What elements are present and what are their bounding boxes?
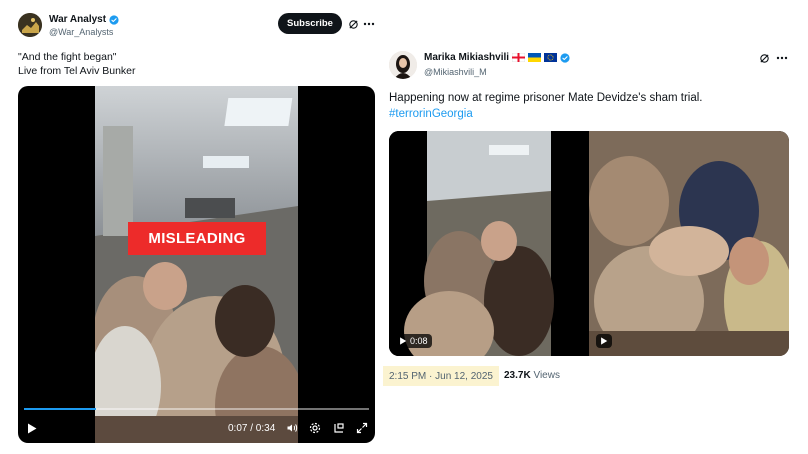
play-icon[interactable] [27, 423, 37, 434]
avatar-image [18, 13, 42, 37]
play-badge[interactable] [596, 334, 612, 348]
avatar[interactable] [18, 13, 42, 37]
author-name[interactable]: War Analyst [49, 14, 119, 25]
avatar[interactable] [389, 51, 417, 79]
views-label: Views [533, 370, 560, 381]
post-text-line2: Live from Tel Aviv Bunker [18, 65, 136, 77]
author-name[interactable]: Marika Mikiashvili [424, 52, 570, 63]
views-number: 23.7K [504, 370, 531, 381]
subscribe-button[interactable]: Subscribe [278, 13, 342, 34]
more-icon[interactable] [362, 17, 376, 31]
verified-icon [109, 14, 119, 25]
flag-georgia-icon [512, 53, 526, 62]
more-icon[interactable] [775, 51, 789, 65]
avatar-image [389, 51, 417, 79]
misleading-label: MISLEADING [128, 222, 266, 255]
post-text-line1: Happening now at regime prisoner Mate De… [389, 92, 703, 104]
fullscreen-icon[interactable] [356, 422, 368, 434]
grok-icon[interactable] [757, 51, 771, 65]
hashtag-link[interactable]: #terrorinGeorgia [389, 107, 473, 121]
video-thumbnail[interactable] [389, 131, 586, 356]
post-timestamp[interactable]: 2:15 PM · Jun 12, 2025 [383, 366, 499, 386]
author-handle[interactable]: @War_Analysts [49, 27, 113, 37]
video-duration-badge: 0:08 [395, 334, 432, 348]
flag-ukraine-icon [528, 53, 542, 62]
verified-icon [560, 52, 570, 63]
author-handle[interactable]: @Mikiashvili_M [424, 67, 487, 77]
video-frame [95, 86, 298, 443]
volume-icon[interactable] [286, 422, 298, 434]
video-timecode: 0:07 / 0:34 [228, 423, 276, 434]
settings-icon[interactable] [309, 422, 321, 434]
views-count: 23.7K Views [504, 370, 560, 381]
video-thumbnail[interactable] [589, 131, 789, 356]
flag-eu-icon [544, 53, 558, 62]
pip-icon[interactable] [333, 422, 345, 434]
post-text-line1: "And the fight began" [18, 51, 117, 63]
video-player[interactable] [18, 86, 375, 443]
play-icon [400, 337, 407, 345]
media-grid: 0:08 [389, 131, 789, 356]
play-icon [601, 337, 608, 345]
grok-icon[interactable] [346, 17, 360, 31]
progress-fill [24, 408, 97, 410]
